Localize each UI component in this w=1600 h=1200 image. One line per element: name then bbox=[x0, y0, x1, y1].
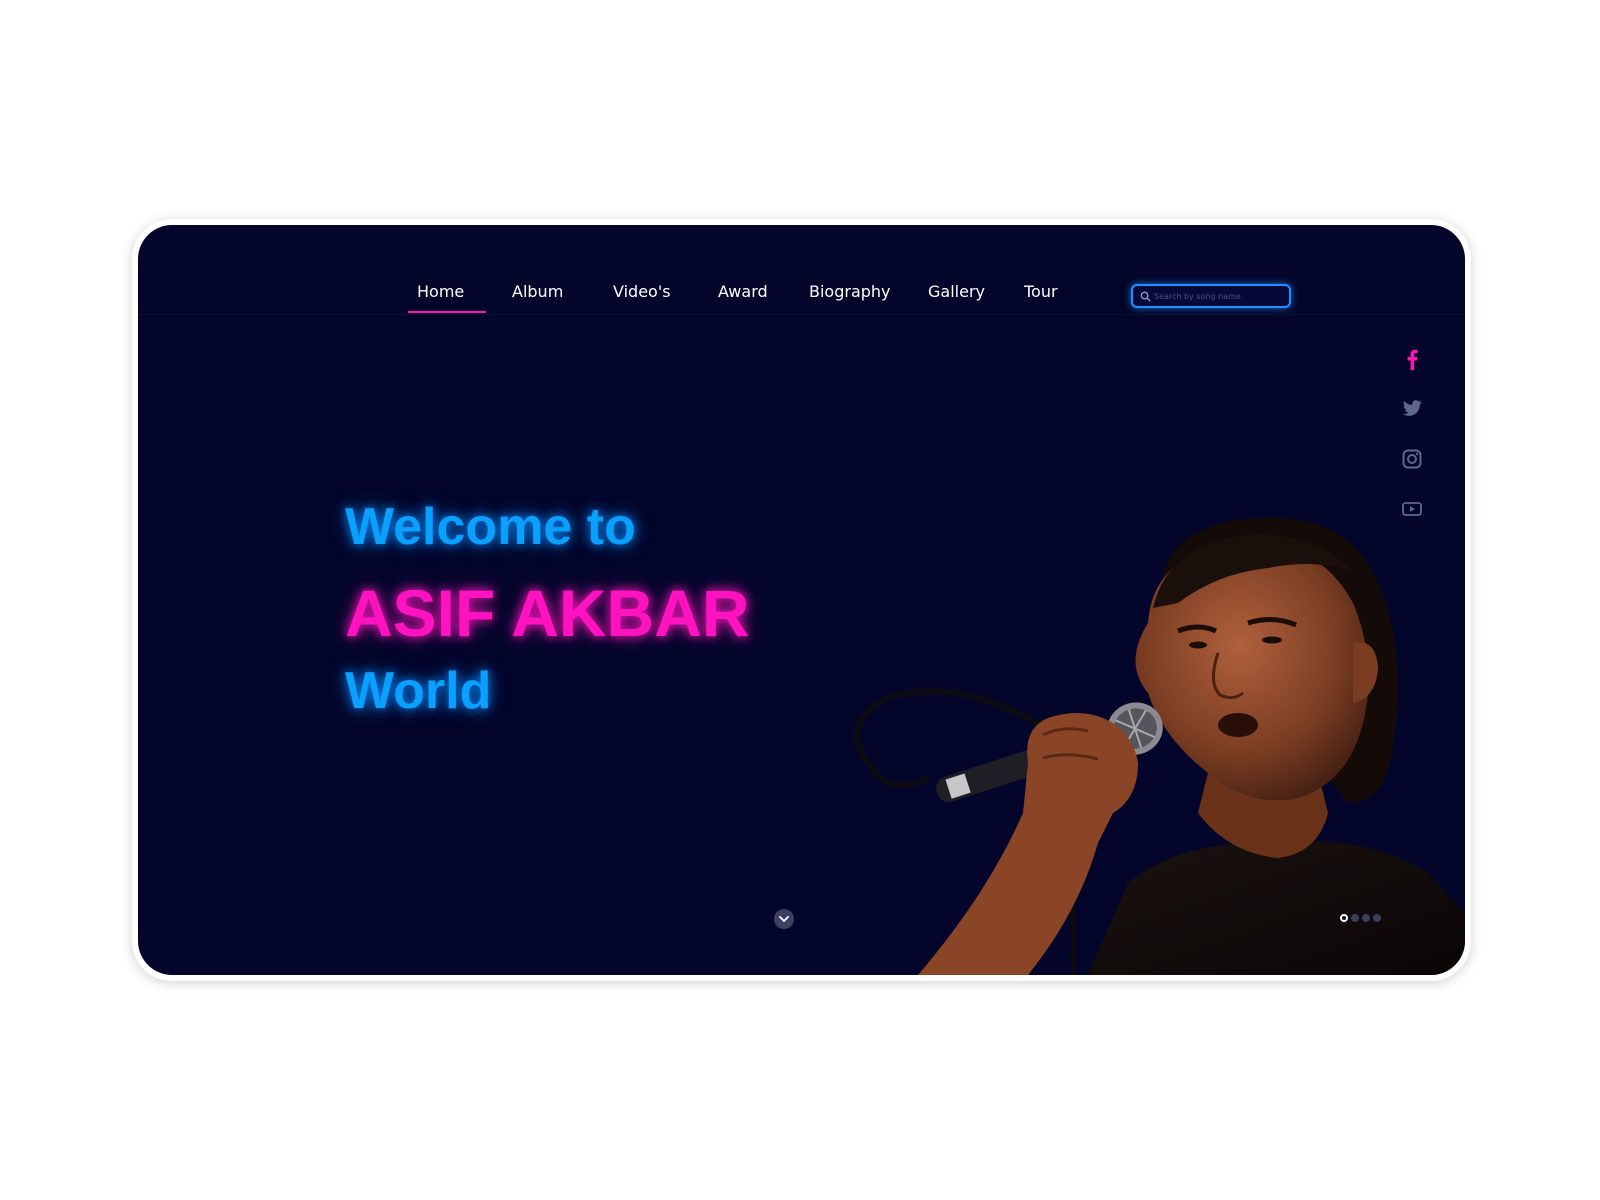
nav-biography[interactable]: Biography bbox=[809, 282, 891, 301]
nav-gallery[interactable]: Gallery bbox=[928, 282, 985, 301]
search-box[interactable] bbox=[1131, 284, 1291, 308]
facebook-icon[interactable] bbox=[1400, 347, 1424, 371]
carousel-indicators bbox=[1340, 914, 1381, 922]
nav-videos[interactable]: Video's bbox=[613, 282, 671, 301]
nav-award[interactable]: Award bbox=[718, 282, 768, 301]
website-frame: Home Album Video's Award Biography Galle… bbox=[138, 225, 1465, 975]
carousel-dot-3[interactable] bbox=[1362, 914, 1370, 922]
carousel-dot-2[interactable] bbox=[1351, 914, 1359, 922]
chevron-down-icon bbox=[779, 915, 789, 923]
hero-welcome-text: Welcome to bbox=[345, 498, 636, 556]
active-nav-indicator bbox=[408, 311, 486, 313]
hero-world-text: World bbox=[345, 662, 492, 720]
hero-artist-name: ASIF AKBAR bbox=[345, 576, 750, 650]
search-icon bbox=[1136, 287, 1154, 305]
nav-tour[interactable]: Tour bbox=[1024, 282, 1058, 301]
nav-album[interactable]: Album bbox=[512, 282, 563, 301]
singer-photo bbox=[853, 517, 1465, 975]
carousel-dot-4[interactable] bbox=[1373, 914, 1381, 922]
scroll-down-button[interactable] bbox=[774, 909, 794, 929]
top-navigation: Home Album Video's Award Biography Galle… bbox=[138, 225, 1465, 315]
twitter-icon[interactable] bbox=[1400, 397, 1424, 421]
nav-home[interactable]: Home bbox=[417, 282, 464, 301]
search-input[interactable] bbox=[1154, 286, 1289, 306]
instagram-icon[interactable] bbox=[1400, 447, 1424, 471]
carousel-dot-1[interactable] bbox=[1340, 914, 1348, 922]
